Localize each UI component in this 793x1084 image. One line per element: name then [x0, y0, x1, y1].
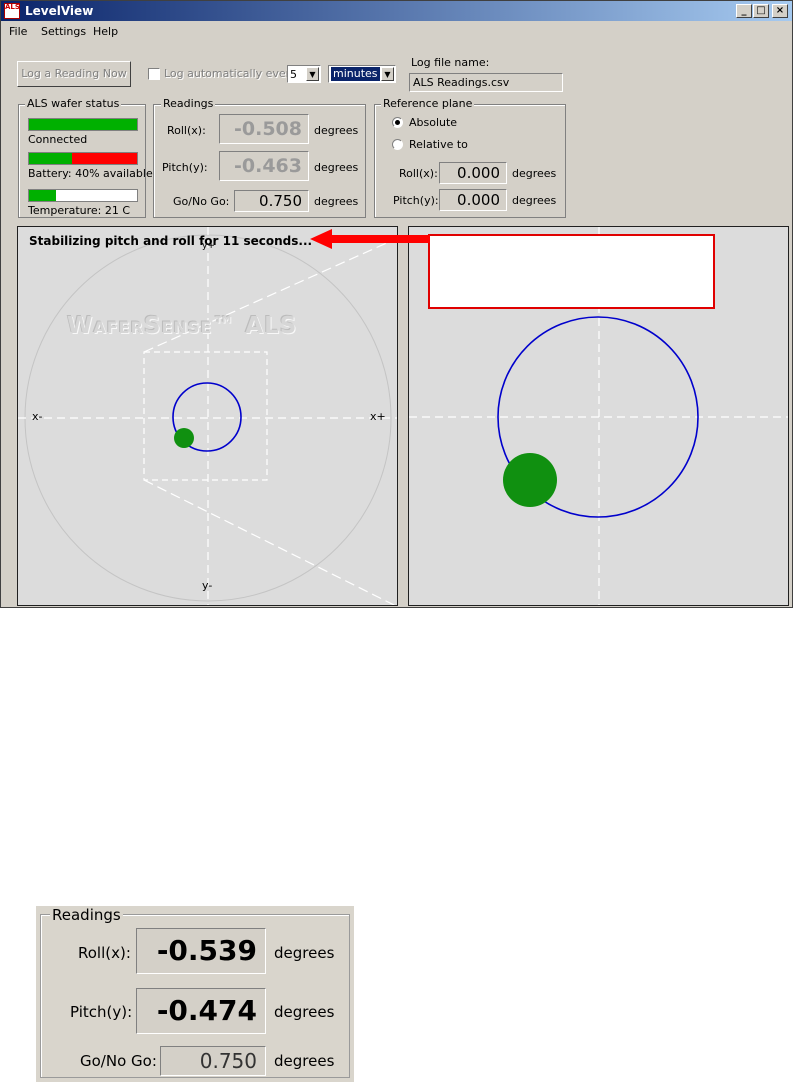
battery-label: Battery: 40% available: [28, 167, 153, 180]
ref-pitch-label: Pitch(y):: [393, 194, 439, 207]
readings-zoom-crop: Readings Roll(x): -0.539 degrees Pitch(y…: [36, 906, 354, 1082]
zoom-roll-unit: degrees: [274, 944, 335, 962]
log-file-label: Log file name:: [411, 56, 490, 69]
wafer-plot: [18, 227, 397, 605]
gonogo-value[interactable]: 0.750: [234, 190, 309, 212]
ref-roll-value[interactable]: 0.000: [439, 162, 507, 184]
zoom-pitch-value: -0.474: [136, 988, 266, 1034]
zoom-gonogo-unit: degrees: [274, 1052, 335, 1070]
pitch-value: -0.463: [219, 151, 309, 181]
app-icon[interactable]: ALS: [4, 3, 20, 19]
ref-roll-label: Roll(x):: [399, 167, 438, 180]
interval-unit-value: minutes: [331, 67, 380, 81]
maximize-button[interactable]: □: [753, 4, 769, 18]
menu-file[interactable]: File: [9, 25, 27, 38]
zoom-gonogo-value[interactable]: 0.750: [160, 1046, 266, 1076]
absolute-radio[interactable]: [392, 117, 403, 128]
close-button[interactable]: ×: [772, 4, 788, 18]
reference-plane-title: Reference plane: [381, 97, 475, 110]
x-plus-label: x+: [370, 410, 386, 423]
pitch-unit: degrees: [314, 161, 359, 174]
level-bubble: [174, 428, 194, 448]
zoom-level-bubble: [503, 453, 557, 507]
auto-log-checkbox[interactable]: [148, 68, 160, 80]
projection-line-bottom: [143, 479, 396, 605]
ref-pitch-value[interactable]: 0.000: [439, 189, 507, 211]
minimize-button[interactable]: _: [736, 4, 752, 18]
chevron-down-icon[interactable]: ▼: [306, 67, 319, 81]
connection-label: Connected: [28, 133, 88, 146]
roll-value: -0.508: [219, 114, 309, 144]
log-file-value: ALS Readings.csv: [413, 76, 510, 89]
auto-log-label: Log automatically every: [164, 67, 297, 80]
ref-pitch-unit: degrees: [512, 194, 557, 207]
temperature-label: Temperature: 21 C: [28, 204, 131, 217]
y-plus-label: y+: [202, 241, 215, 251]
wafer-status-title: ALS wafer status: [25, 97, 122, 110]
log-file-field[interactable]: ALS Readings.csv: [409, 73, 563, 92]
pitch-label: Pitch(y):: [162, 161, 208, 174]
log-reading-button[interactable]: Log a Reading Now: [17, 61, 131, 87]
gonogo-label: Go/No Go:: [173, 195, 230, 208]
absolute-label: Absolute: [409, 116, 458, 129]
x-minus-label: x-: [32, 410, 43, 423]
zoom-pitch-unit: degrees: [274, 1003, 335, 1021]
callout-arrow: [310, 229, 430, 249]
zoom-readings-title: Readings: [50, 906, 123, 924]
interval-unit-select[interactable]: minutes ▼: [328, 65, 396, 83]
battery-bar: [28, 152, 138, 165]
connection-bar: [28, 118, 138, 131]
callout-box: [428, 234, 715, 309]
wafersense-watermark: WaferSense™ ALS: [67, 313, 298, 339]
window-title: LevelView: [25, 4, 94, 18]
zoom-gonogo-label: Go/No Go:: [80, 1052, 157, 1070]
relative-label: Relative to: [409, 138, 468, 151]
relative-radio[interactable]: [392, 139, 403, 150]
interval-select[interactable]: 5 ▼: [287, 65, 321, 83]
readings-title: Readings: [161, 97, 216, 110]
ref-roll-unit: degrees: [512, 167, 557, 180]
title-bar[interactable]: ALS LevelView _ □ ×: [1, 1, 792, 21]
status-message: Stabilizing pitch and roll for 11 second…: [29, 234, 313, 248]
tolerance-square: [143, 351, 268, 481]
interval-value: 5: [290, 68, 297, 81]
gonogo-unit: degrees: [314, 195, 359, 208]
zoom-pitch-label: Pitch(y):: [70, 1003, 133, 1021]
menu-help[interactable]: Help: [93, 25, 118, 38]
zoom-roll-value: -0.539: [136, 928, 266, 974]
roll-unit: degrees: [314, 124, 359, 137]
wafer-plot-panel[interactable]: WaferSense™ ALS Stabilizing pitch and ro…: [17, 226, 398, 606]
temperature-bar: [28, 189, 138, 202]
chevron-down-icon[interactable]: ▼: [381, 67, 394, 81]
roll-label: Roll(x):: [167, 124, 206, 137]
y-minus-label: y-: [202, 579, 213, 592]
menu-settings[interactable]: Settings: [41, 25, 86, 38]
zoom-roll-label: Roll(x):: [78, 944, 131, 962]
